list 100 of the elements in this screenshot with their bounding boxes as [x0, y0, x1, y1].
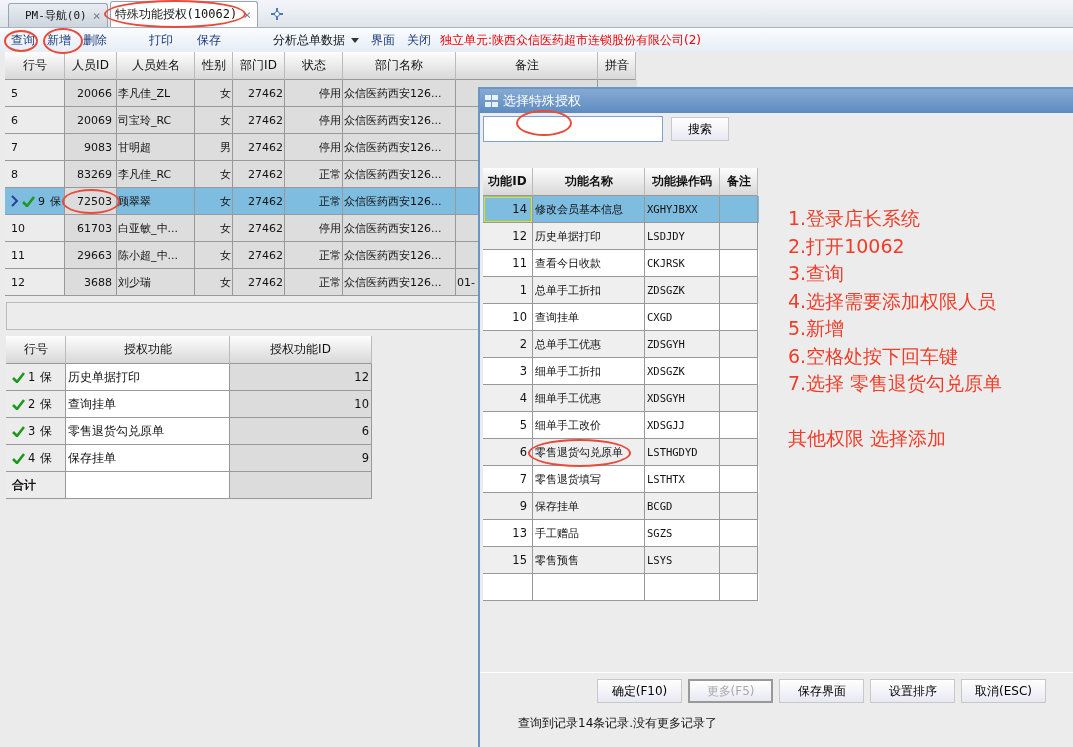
table-cell: 刘少瑞 — [117, 269, 195, 296]
row-number: 8 — [11, 167, 18, 181]
row-number: 9 — [38, 194, 45, 208]
column-header[interactable]: 部门ID — [233, 52, 285, 80]
instruction-text: 7.选择 零售退货勾兑原单 — [788, 371, 1003, 396]
table-row[interactable]: 1 总单手工折扣 ZDSGZK — [483, 277, 759, 304]
row-number: 1 — [28, 370, 36, 384]
table-cell: 6 — [230, 418, 372, 445]
table-row[interactable]: 2 总单手工优惠 ZDSGYH — [483, 331, 759, 358]
close-icon[interactable]: × — [92, 8, 101, 23]
column-header[interactable]: 人员姓名 — [117, 52, 195, 80]
column-header[interactable]: 行号 — [5, 52, 65, 80]
row-status-text: 保 — [50, 193, 61, 209]
dropdown-button[interactable]: 分析总单数据 — [268, 29, 364, 51]
annotation-ellipse — [516, 110, 572, 136]
instruction-text: 5.新增 — [788, 316, 846, 341]
status-text: 查询到记录14条记录.没有更多记录了 — [518, 715, 719, 732]
add-tab-icon[interactable] — [270, 7, 284, 21]
toolbar-button[interactable]: 关闭 — [402, 29, 436, 51]
column-header[interactable]: 备注 — [720, 168, 758, 196]
column-header[interactable]: 备注 — [456, 52, 598, 80]
row-number: 2 — [28, 397, 36, 411]
table-cell: 14 — [483, 196, 533, 223]
toolbar-button[interactable]: 保存 — [192, 29, 226, 51]
table-cell: 查询挂单 — [66, 391, 230, 418]
table-row[interactable]: 10 查询挂单 CXGD — [483, 304, 759, 331]
row-status-text: 保 — [40, 423, 53, 439]
column-header[interactable]: 功能ID — [483, 168, 533, 196]
table-row[interactable]: 12 历史单据打印 LSDJDY — [483, 223, 759, 250]
annotation-ellipse — [43, 28, 83, 54]
table-cell: 3688 — [65, 269, 117, 296]
table-cell: 20066 — [65, 80, 117, 107]
toolbar-button[interactable]: 删除 — [78, 29, 112, 51]
table-cell: 83269 — [65, 161, 117, 188]
row-number: 6 — [11, 113, 18, 127]
dialog-title: 选择特殊授权 — [503, 92, 581, 110]
caret-icon — [351, 37, 359, 43]
column-header[interactable]: 授权功能 — [66, 336, 230, 364]
tab[interactable]: PM-导航(0) × — [8, 3, 108, 27]
search-button[interactable]: 搜索 — [671, 117, 729, 141]
table-row[interactable]: 11 查看今日收款 CKJRSK — [483, 250, 759, 277]
table-row[interactable]: 4 细单手工优惠 XDSGYH — [483, 385, 759, 412]
instruction-text: 3.查询 — [788, 261, 846, 286]
search-field[interactable] — [483, 116, 663, 142]
row-number: 12 — [11, 275, 25, 289]
table-row[interactable]: 3 细单手工折扣 XDSGZK — [483, 358, 759, 385]
table-row[interactable]: 14 修改会员基本信息 XGHYJBXX — [483, 196, 759, 223]
instruction-text: 2.打开10062 — [788, 233, 906, 259]
tab[interactable]: 特殊功能授权(10062) × — [109, 1, 258, 27]
row-status-text: 保 — [40, 396, 53, 412]
instruction-text: 6.空格处按下回车键 — [788, 343, 960, 369]
instruction-text: 其他权限 选择添加 — [788, 426, 948, 451]
column-header[interactable]: 状态 — [285, 52, 343, 80]
column-header[interactable]: 性别 — [195, 52, 233, 80]
row-number: 7 — [11, 140, 18, 154]
dialog-button[interactable]: 取消(ESC) — [961, 679, 1046, 703]
column-header[interactable]: 人员ID — [65, 52, 117, 80]
table-cell: 29663 — [65, 242, 117, 269]
table-cell: 9 — [230, 445, 372, 472]
row-number: 4 — [28, 451, 36, 465]
table-cell: 12 — [230, 364, 372, 391]
table-row[interactable]: 5 细单手工改价 XDSGJJ — [483, 412, 759, 439]
toolbar-button[interactable]: 新增 — [42, 29, 76, 51]
toolbar-button[interactable]: 查询 — [6, 29, 40, 51]
table-cell: 众信医药西安126... — [343, 269, 456, 296]
table-cell: 20069 — [65, 107, 117, 134]
column-header[interactable]: 功能操作码 — [645, 168, 720, 196]
total-label: 合计 — [6, 472, 66, 499]
column-header[interactable]: 行号 — [6, 336, 66, 364]
table-row[interactable]: 9 保存挂单 BCGD — [483, 493, 759, 520]
row-number: 3 — [28, 424, 36, 438]
table-cell: 保存挂单 — [66, 445, 230, 472]
table-cell: 零售退货勾兑原单 — [66, 418, 230, 445]
annotation-ellipse — [4, 30, 38, 52]
dialog-button[interactable]: 设置排序 — [870, 679, 955, 703]
notice-text: 独立单元:陕西众信医药超市连锁股份有限公司(2) — [440, 31, 702, 49]
toolbar-button[interactable]: 打印 — [144, 29, 178, 51]
instruction-text: 4.选择需要添加权限人员 — [788, 288, 998, 314]
close-icon[interactable]: × — [243, 7, 251, 22]
row-number: 10 — [11, 221, 25, 235]
column-header[interactable]: 授权功能ID — [230, 336, 372, 364]
row-number: 5 — [11, 86, 18, 100]
table-cell: 正常 — [285, 269, 343, 296]
table-row[interactable]: 13 手工赠品 SGZS — [483, 520, 759, 547]
column-header[interactable]: 功能名称 — [533, 168, 645, 196]
table-row[interactable]: 6 零售退货勾兑原单 LSTHGDYD — [483, 439, 759, 466]
table-cell: 女 — [195, 269, 233, 296]
table-cell: 10 — [230, 391, 372, 418]
row-status-text: 保 — [40, 369, 53, 385]
table-cell: 27462 — [233, 269, 285, 296]
dialog-button[interactable]: 确定(F10) — [597, 679, 682, 703]
toolbar-button[interactable]: 界面 — [366, 29, 400, 51]
window-logo-icon — [485, 94, 499, 108]
table-row[interactable]: 7 零售退货填写 LSTHTX — [483, 466, 759, 493]
table-row[interactable]: 15 零售预售 LSYS — [483, 547, 759, 574]
row-number: 11 — [11, 248, 25, 262]
table-cell: 72503 — [65, 188, 117, 215]
dialog-button[interactable]: 保存界面 — [779, 679, 864, 703]
column-header[interactable]: 部门名称 — [343, 52, 456, 80]
column-header[interactable]: 拼音 — [598, 52, 636, 80]
